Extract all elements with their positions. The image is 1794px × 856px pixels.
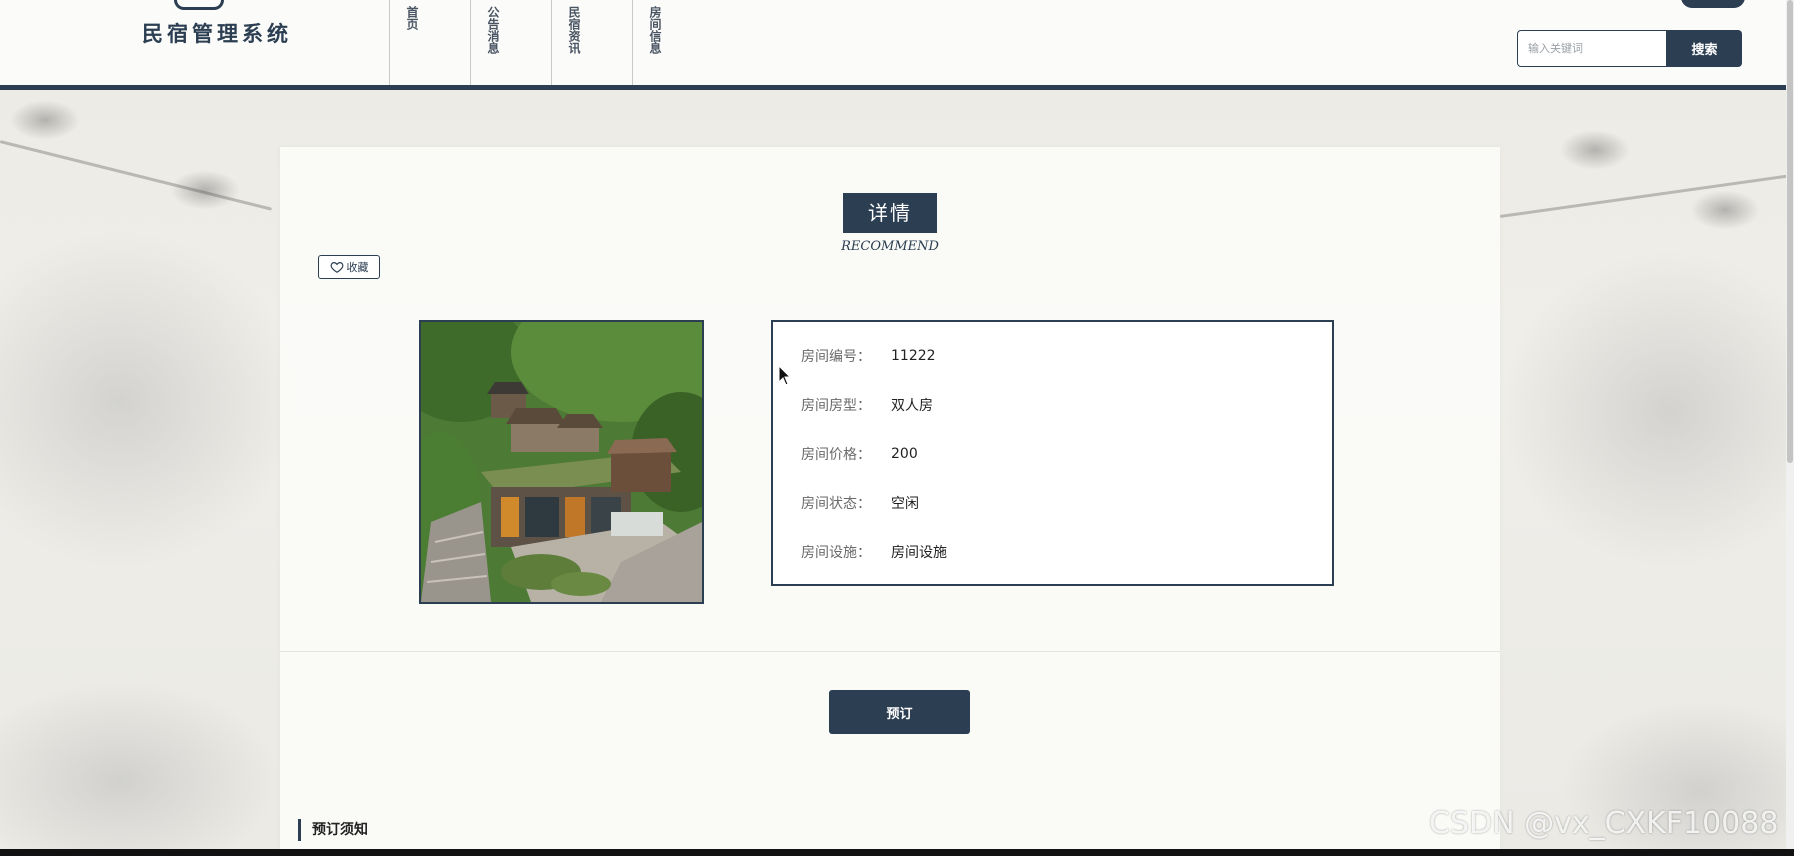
info-row-room-number: 房间编号： 11222: [801, 346, 936, 366]
room-photo: [419, 320, 704, 604]
nav-item-home[interactable]: 首页: [389, 0, 470, 85]
site-header: 民宿管理系统 首页 公告消息 民宿资讯 房间信息 搜索: [0, 0, 1794, 90]
info-label: 房间设施：: [801, 545, 871, 561]
info-label: 房间编号：: [801, 349, 871, 365]
nav-item-rooms[interactable]: 房间信息: [632, 0, 713, 85]
info-value: 11222: [891, 348, 936, 364]
nav-item-announcements[interactable]: 公告消息: [470, 0, 551, 85]
bottom-bar: [0, 849, 1794, 856]
site-title[interactable]: 民宿管理系统: [142, 18, 292, 48]
detail-title: 详情: [843, 193, 937, 233]
background-mountain-left: [0, 230, 300, 570]
logo-icon: [174, 0, 224, 10]
nav-item-label: 公告消息: [486, 6, 500, 54]
heart-outline-icon: [330, 262, 343, 273]
info-label: 房间价格：: [801, 447, 871, 463]
room-detail-card: 详情 RECOMMEND 收藏 房间编号： 11222 房间房型： 双人房 房间…: [280, 147, 1500, 856]
mouse-cursor-icon: [778, 365, 792, 386]
info-row-room-type: 房间房型： 双人房: [801, 395, 933, 415]
nav-item-label: 首页: [405, 6, 419, 30]
info-row-room-facilities: 房间设施： 房间设施: [801, 542, 947, 562]
info-row-room-price: 房间价格： 200: [801, 444, 918, 464]
user-menu-button[interactable]: [1681, 0, 1745, 8]
background-pine-needles: [170, 170, 240, 210]
info-label: 房间房型：: [801, 398, 871, 414]
nav-item-label: 房间信息: [648, 6, 662, 54]
info-row-room-status: 房间状态： 空闲: [801, 493, 919, 513]
search-button[interactable]: 搜索: [1667, 30, 1742, 67]
background-pine-needles: [1690, 190, 1760, 230]
background-pine-needles: [10, 100, 80, 140]
main-nav: 首页 公告消息 民宿资讯 房间信息: [389, 0, 713, 85]
favorite-label: 收藏: [346, 261, 369, 274]
book-button[interactable]: 预订: [829, 690, 970, 734]
background-mountain-right: [1500, 250, 1794, 570]
nav-item-news[interactable]: 民宿资讯: [551, 0, 632, 85]
search-input[interactable]: [1517, 30, 1667, 67]
info-value: 空闲: [891, 496, 919, 512]
info-value: 双人房: [891, 398, 933, 414]
watermark: CSDN @vx_CXKF10088: [1429, 806, 1779, 841]
booking-notice-heading: 预订须知: [298, 819, 368, 841]
section-divider: [280, 651, 1500, 652]
favorite-button[interactable]: 收藏: [318, 255, 380, 279]
nav-item-label: 民宿资讯: [567, 6, 581, 54]
background-pine-needles: [1560, 130, 1630, 170]
background-mountain-bottom-left: [0, 680, 280, 856]
info-label: 房间状态：: [801, 496, 871, 512]
detail-subtitle: RECOMMEND: [841, 239, 939, 254]
room-photo-illustration: [421, 322, 702, 602]
info-value: 房间设施: [891, 545, 947, 561]
info-value: 200: [891, 446, 918, 462]
room-info-panel: 房间编号： 11222 房间房型： 双人房 房间价格： 200 房间状态： 空闲…: [771, 320, 1334, 586]
scrollbar-thumb[interactable]: [1787, 0, 1793, 463]
